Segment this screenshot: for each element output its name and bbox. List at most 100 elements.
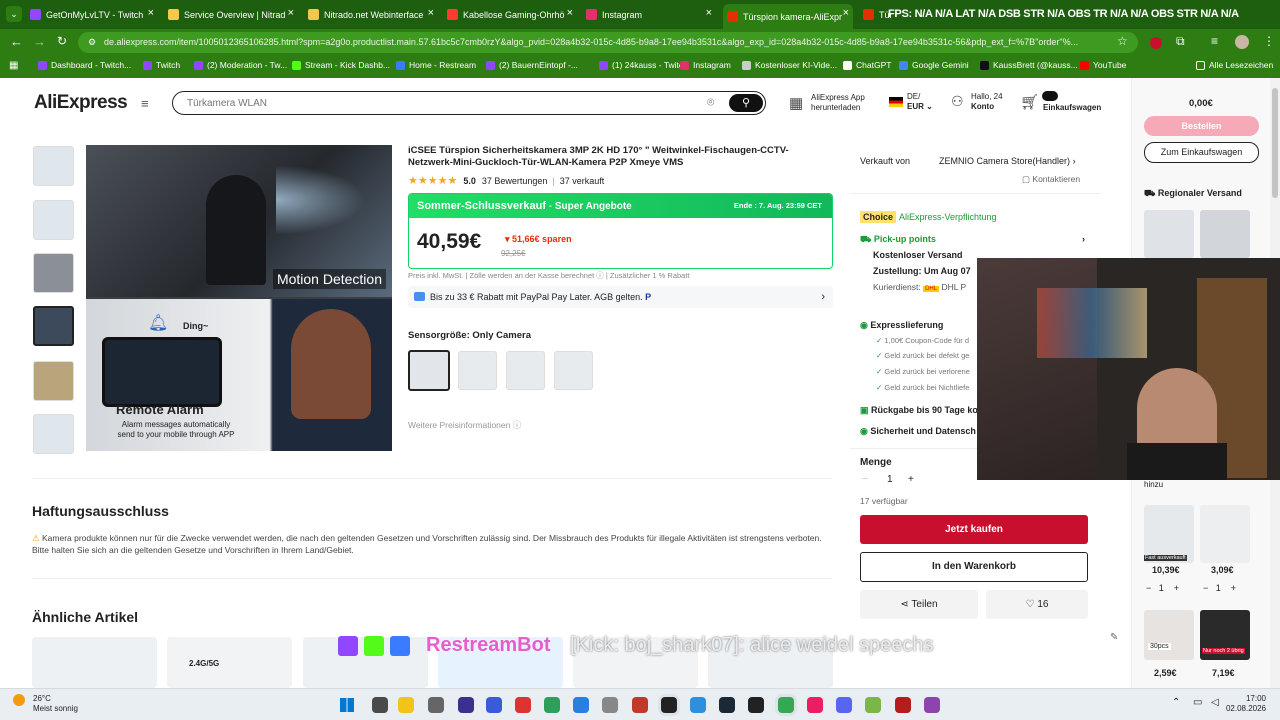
cart-item-2[interactable] xyxy=(1200,505,1250,563)
tab-nitrado-service[interactable]: Service Overview | Nitrad × xyxy=(168,4,298,25)
wishlist-button[interactable]: ♡ 16 xyxy=(986,590,1088,619)
app-icon[interactable] xyxy=(690,697,706,713)
minus-button[interactable]: − xyxy=(862,474,868,485)
site-logo[interactable]: AliExpress xyxy=(34,92,128,114)
file-explorer-icon[interactable] xyxy=(398,697,414,713)
to-cart-button[interactable]: Zum Einkaufswagen xyxy=(1144,142,1259,163)
add-to-cart-button[interactable]: In den Warenkorb xyxy=(860,552,1088,582)
cart-item-2-stepper[interactable]: − 1 + xyxy=(1203,583,1251,593)
cart-item-3[interactable]: 30pcs xyxy=(1144,610,1194,660)
edit-icon[interactable]: ✎ xyxy=(1110,632,1118,643)
account-menu[interactable]: Hallo, 24 Konto xyxy=(971,92,1003,112)
search-icon[interactable] xyxy=(372,697,388,713)
app-icon[interactable] xyxy=(895,697,911,713)
more-price-info[interactable]: Weitere Preisinformationen ⓘ xyxy=(408,419,521,431)
tab-instagram[interactable]: Instagram × xyxy=(586,4,716,25)
quantity-stepper[interactable]: − 1 + xyxy=(860,474,920,488)
pickup-points[interactable]: ⛟ Pick-up points › xyxy=(860,234,1085,246)
forward-icon[interactable]: → xyxy=(33,34,46,49)
reviews-link[interactable]: 37 Bewertungen xyxy=(482,176,548,186)
tab-aliexpress-active[interactable]: Türspion kamera-AliExpr × xyxy=(723,4,853,29)
bookmark-star-icon[interactable]: ☆ xyxy=(1117,34,1128,48)
clock[interactable]: 17:00 02.08.2026 xyxy=(1222,694,1266,714)
app-icon[interactable] xyxy=(748,697,764,713)
close-icon[interactable]: × xyxy=(567,7,573,19)
product-thumbnail-3[interactable] xyxy=(33,253,74,293)
product-thumbnail-6[interactable] xyxy=(33,414,74,454)
vpn-icon[interactable] xyxy=(486,697,502,713)
url-field[interactable]: de.aliexpress.com/item/1005012365106285.… xyxy=(78,32,1138,53)
bookmark-item[interactable]: Dashboard - Twitch... xyxy=(38,60,131,70)
cart-item-4[interactable]: Nur noch 2 übrig xyxy=(1200,610,1250,660)
category-menu-icon[interactable]: ≡ xyxy=(141,96,149,111)
variant-option-1[interactable] xyxy=(408,350,450,391)
reload-icon[interactable]: ↻ xyxy=(57,34,67,48)
bookmark-item[interactable]: Kostenloser KI-Vide... xyxy=(742,60,837,70)
product-thumbnail-1[interactable] xyxy=(33,146,74,186)
cart-item-image-b[interactable] xyxy=(1200,210,1250,258)
contact-link[interactable]: ▢ Kontaktieren xyxy=(1022,174,1080,185)
variant-option-2[interactable] xyxy=(458,351,497,390)
similar-item-1[interactable] xyxy=(32,637,157,688)
weather-widget[interactable]: 26°C Meist sonnig xyxy=(33,694,78,714)
share-button[interactable]: ⋖ Teilen xyxy=(860,590,978,619)
variant-option-4[interactable] xyxy=(554,351,593,390)
cart-label[interactable]: Einkaufswagen xyxy=(1043,103,1101,112)
network-icon[interactable]: ▭ xyxy=(1193,697,1202,708)
steam-icon[interactable] xyxy=(719,697,735,713)
profile-avatar[interactable] xyxy=(1235,35,1249,49)
search-button[interactable]: ⚲ xyxy=(729,94,763,112)
app-icon[interactable] xyxy=(458,697,474,713)
extension-icon[interactable] xyxy=(1150,37,1162,49)
camera-search-icon[interactable]: ⌾ xyxy=(707,95,714,110)
bookmark-item[interactable]: (2) Moderation - Tw... xyxy=(194,60,287,70)
site-info-icon[interactable]: ⚙ xyxy=(88,37,96,48)
bookmark-item[interactable]: Home - Restream xyxy=(396,60,476,70)
app-download[interactable]: AliExpress App herunterladen xyxy=(811,93,865,113)
chrome-icon[interactable] xyxy=(778,697,794,713)
chevron-up-icon[interactable]: ⌃ xyxy=(1172,697,1180,708)
paypal-promo[interactable]: Bis zu 33 € Rabatt mit PayPal Pay Later.… xyxy=(408,286,833,308)
close-icon[interactable]: × xyxy=(843,7,849,19)
cart-item-1-stepper[interactable]: − 1 + xyxy=(1146,583,1194,593)
product-thumbnail-5[interactable] xyxy=(33,361,74,401)
search-input[interactable] xyxy=(187,95,667,111)
cart-item-1[interactable]: Fast ausverkauft xyxy=(1144,505,1194,563)
product-main-image[interactable]: Motion Detection 🔔︎ Ding~ Remote Alarm A… xyxy=(86,145,392,451)
volume-icon[interactable]: ◁ xyxy=(1211,697,1219,708)
apps-grid-icon[interactable]: ▦ xyxy=(9,60,18,71)
tab-nitrado-web[interactable]: Nitrado.net Webinterface × xyxy=(308,4,438,25)
bookmark-item[interactable]: (1) 24kauss - Twitch xyxy=(599,60,688,70)
all-bookmarks[interactable]: Alle Lesezeichen xyxy=(1196,60,1273,70)
close-icon[interactable]: × xyxy=(148,7,154,19)
close-icon[interactable]: × xyxy=(288,7,294,19)
bookmark-item[interactable]: Google Gemini xyxy=(899,60,969,70)
app-icon[interactable] xyxy=(807,697,823,713)
back-icon[interactable]: ← xyxy=(10,34,23,49)
store-link[interactable]: ZEMNIO Camera Store(Handler) › xyxy=(939,156,1076,166)
mouse-app-icon[interactable] xyxy=(428,697,444,713)
extensions-puzzle-icon[interactable]: ⧉ xyxy=(1176,34,1185,49)
menu-lines-icon[interactable]: ≡ xyxy=(1211,34,1218,48)
close-icon[interactable]: × xyxy=(706,7,712,19)
tab-headphones[interactable]: Kabellose Gaming-Ohrhö × xyxy=(447,4,577,25)
obs-icon[interactable] xyxy=(661,697,677,713)
app-icon[interactable] xyxy=(573,697,589,713)
product-thumbnail-4[interactable] xyxy=(33,306,74,346)
weather-icon[interactable] xyxy=(13,694,25,706)
close-icon[interactable]: × xyxy=(428,7,434,19)
app-icon[interactable] xyxy=(924,697,940,713)
tab-twitch[interactable]: GetOnMyLvLTV - Twitch × xyxy=(30,4,158,25)
app-icon[interactable] xyxy=(602,697,618,713)
app-icon[interactable] xyxy=(515,697,531,713)
region-selector[interactable]: DE/EUR ⌄ xyxy=(907,92,933,112)
bookmark-item[interactable]: Instagram xyxy=(680,60,731,70)
more-vert-icon[interactable]: ⋮ xyxy=(1263,34,1275,48)
search-bar[interactable]: ⌾ ⚲ xyxy=(172,91,766,115)
order-button[interactable]: Bestellen xyxy=(1144,116,1259,136)
similar-item-2[interactable]: 2.4G/5G xyxy=(167,637,292,688)
buy-now-button[interactable]: Jetzt kaufen xyxy=(860,515,1088,544)
bookmark-item[interactable]: Stream - Kick Dashb... xyxy=(292,60,390,70)
bookmark-item[interactable]: (2) BauernEintopf -... xyxy=(486,60,578,70)
plus-button[interactable]: + xyxy=(908,474,914,485)
